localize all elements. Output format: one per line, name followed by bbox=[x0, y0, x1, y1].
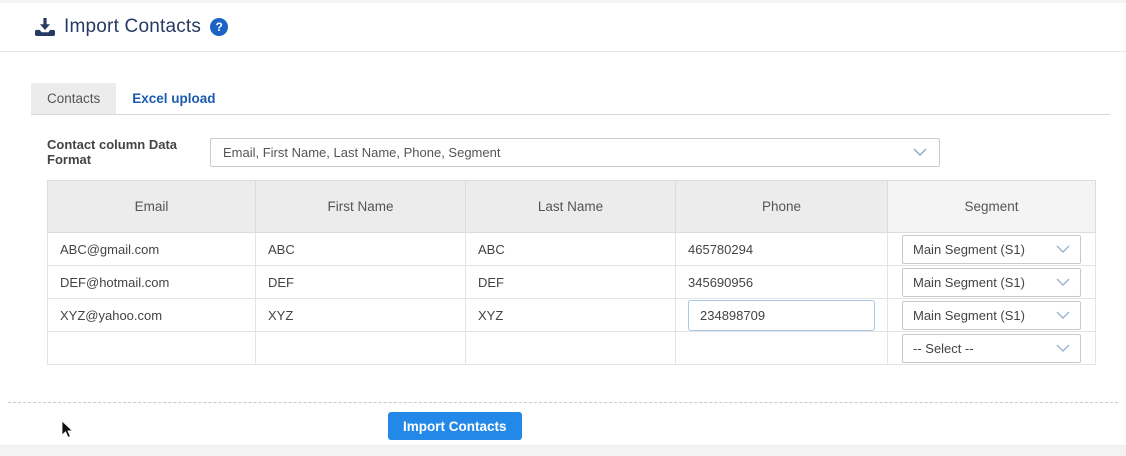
segment-selected-value: Main Segment (S1) bbox=[913, 308, 1025, 323]
last-name-cell[interactable]: XYZ bbox=[466, 299, 676, 332]
phone-input-focused[interactable]: 234898709 bbox=[688, 300, 875, 331]
segment-selected-value: Main Segment (S1) bbox=[913, 275, 1025, 290]
segment-select[interactable]: Main Segment (S1) bbox=[902, 235, 1081, 264]
column-header-segment: Segment bbox=[888, 181, 1096, 233]
data-format-select[interactable]: Email, First Name, Last Name, Phone, Seg… bbox=[210, 138, 940, 167]
column-header-first-name: First Name bbox=[256, 181, 466, 233]
table-row: XYZ@yahoo.com XYZ XYZ 234898709 Main Seg… bbox=[48, 299, 1096, 332]
contacts-tab-panel: Contact column Data Format Email, First … bbox=[47, 137, 1095, 365]
page-title: Import Contacts bbox=[64, 16, 201, 38]
data-format-label: Contact column Data Format bbox=[47, 137, 210, 167]
table-header-row: Email First Name Last Name Phone Segment bbox=[48, 181, 1096, 233]
email-cell[interactable]: DEF@hotmail.com bbox=[48, 266, 256, 299]
first-name-cell[interactable]: XYZ bbox=[256, 299, 466, 332]
last-name-cell[interactable]: DEF bbox=[466, 266, 676, 299]
data-format-selected-value: Email, First Name, Last Name, Phone, Seg… bbox=[223, 145, 500, 160]
segment-selected-value: -- Select -- bbox=[913, 341, 974, 356]
phone-cell[interactable] bbox=[676, 332, 888, 365]
table-row: DEF@hotmail.com DEF DEF 345690956 Main S… bbox=[48, 266, 1096, 299]
chevron-down-icon bbox=[1056, 278, 1070, 286]
chevron-down-icon bbox=[1056, 311, 1070, 319]
column-header-last-name: Last Name bbox=[466, 181, 676, 233]
last-name-cell[interactable]: ABC bbox=[466, 233, 676, 266]
help-icon[interactable]: ? bbox=[210, 18, 228, 36]
mouse-cursor bbox=[61, 420, 74, 439]
email-cell[interactable] bbox=[48, 332, 256, 365]
table-row: ABC@gmail.com ABC ABC 465780294 Main Seg… bbox=[48, 233, 1096, 266]
import-contacts-button[interactable]: Import Contacts bbox=[388, 412, 522, 440]
column-header-phone: Phone bbox=[676, 181, 888, 233]
download-icon bbox=[35, 18, 55, 36]
tab-bar: Contacts Excel upload bbox=[31, 83, 1110, 115]
phone-cell[interactable]: 345690956 bbox=[676, 266, 888, 299]
dashed-separator bbox=[8, 402, 1118, 403]
email-cell[interactable]: XYZ@yahoo.com bbox=[48, 299, 256, 332]
bottom-page-strip bbox=[0, 445, 1126, 456]
contacts-import-table: Email First Name Last Name Phone Segment… bbox=[47, 180, 1096, 365]
phone-cell[interactable]: 465780294 bbox=[676, 233, 888, 266]
segment-select[interactable]: Main Segment (S1) bbox=[902, 268, 1081, 297]
first-name-cell[interactable] bbox=[256, 332, 466, 365]
last-name-cell[interactable] bbox=[466, 332, 676, 365]
segment-select[interactable]: -- Select -- bbox=[902, 334, 1081, 363]
tab-excel-upload[interactable]: Excel upload bbox=[116, 83, 231, 114]
table-row: -- Select -- bbox=[48, 332, 1096, 365]
data-format-row: Contact column Data Format Email, First … bbox=[47, 137, 1095, 167]
email-cell[interactable]: ABC@gmail.com bbox=[48, 233, 256, 266]
page-header: Import Contacts ? bbox=[0, 3, 1126, 52]
segment-select[interactable]: Main Segment (S1) bbox=[902, 301, 1081, 330]
column-header-email: Email bbox=[48, 181, 256, 233]
tab-contacts[interactable]: Contacts bbox=[31, 83, 116, 114]
chevron-down-icon bbox=[913, 148, 927, 156]
first-name-cell[interactable]: DEF bbox=[256, 266, 466, 299]
first-name-cell[interactable]: ABC bbox=[256, 233, 466, 266]
segment-selected-value: Main Segment (S1) bbox=[913, 242, 1025, 257]
chevron-down-icon bbox=[1056, 245, 1070, 253]
chevron-down-icon bbox=[1056, 344, 1070, 352]
